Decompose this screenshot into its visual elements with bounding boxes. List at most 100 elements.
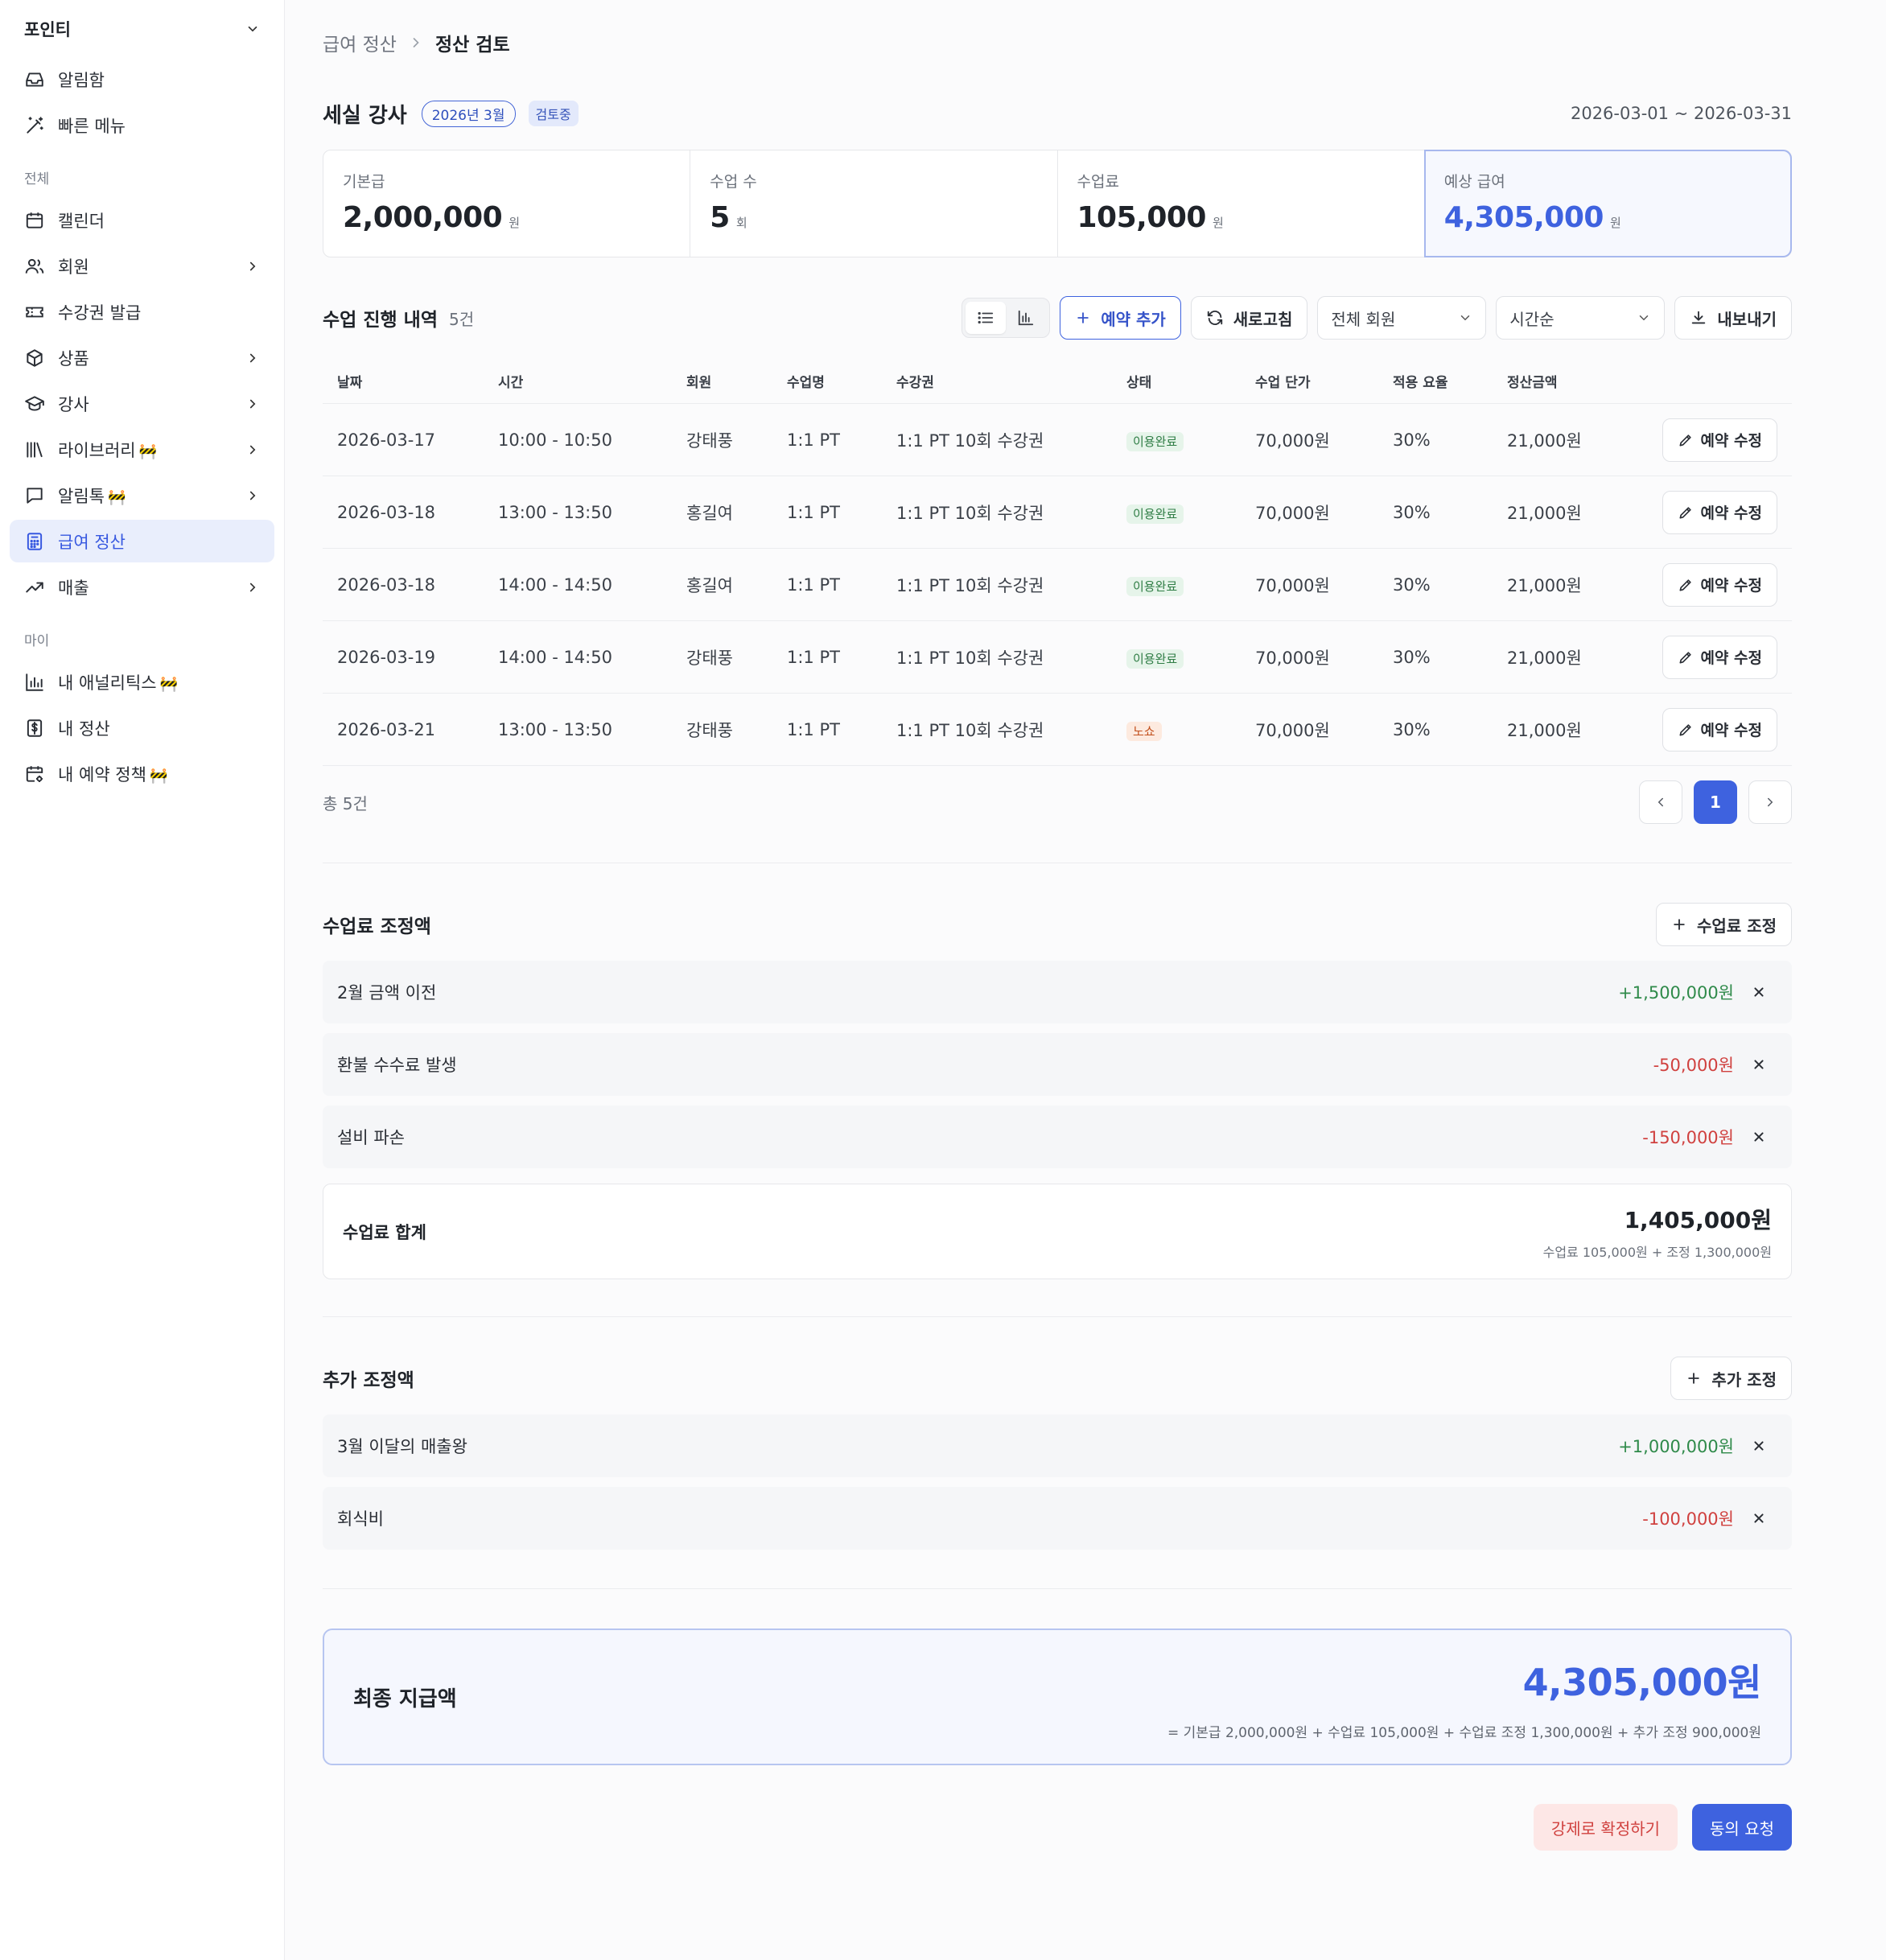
cell-member[interactable]: 강태풍 [686, 645, 787, 669]
cell-rate: 30% [1393, 430, 1431, 450]
sidebar-item-sales[interactable]: 매출 [10, 566, 274, 608]
member-filter-select[interactable]: 전체 회원 [1317, 296, 1487, 340]
sidebar-item-pass-issue[interactable]: 수강권 발급 [10, 290, 274, 333]
section-divider [323, 1588, 1792, 1589]
sidebar-item-members[interactable]: 회원 [10, 245, 274, 287]
ticket-icon [26, 307, 43, 317]
cell-time: 13:00 - 13:50 [498, 502, 612, 522]
sidebar-item-my-settlement[interactable]: 내 정산 [10, 706, 274, 749]
refresh-button[interactable]: 새로고침 [1190, 296, 1308, 340]
sidebar-item-instructors[interactable]: 강사 [10, 382, 274, 425]
adjust-item: 3월 이달의 매출왕 +1,000,000원 [323, 1414, 1792, 1477]
breadcrumb: 급여 정산 정산 검토 [323, 29, 510, 56]
wip-badge: 🚧 [138, 443, 158, 460]
status-badge: 이용완료 [1126, 431, 1184, 451]
stat-value: 105,000 [1077, 201, 1207, 234]
sidebar-item-payroll[interactable]: 급여 정산 [10, 520, 274, 562]
adjust-item: 설비 파손 -150,000원 [323, 1106, 1792, 1168]
stat-lesson-fee: 수업료 105,000 원 [1058, 150, 1425, 257]
sidebar-item-calendar[interactable]: 캘린더 [10, 199, 274, 241]
edit-reservation-button[interactable]: 예약 수정 [1662, 490, 1777, 534]
cell-member[interactable]: 강태풍 [686, 428, 787, 452]
cell-rate: 30% [1393, 719, 1431, 739]
close-icon[interactable] [1750, 1056, 1768, 1073]
graduation-cap-icon [25, 395, 44, 411]
add-fee-adjust-button[interactable]: 수업료 조정 [1656, 903, 1792, 946]
sidebar-item-my-analytics[interactable]: 내 애널리틱스 🚧 [10, 661, 274, 703]
add-extra-adjust-button[interactable]: 추가 조정 [1670, 1357, 1792, 1400]
lessons-toolbar: 수업 진행 내역 5건 예약 추가 새로고침 전체 회원 시간순 내보내기 [323, 296, 1792, 340]
column-header: 수업 단가 [1255, 375, 1311, 391]
close-icon[interactable] [1750, 1509, 1768, 1527]
cell-rate: 30% [1393, 647, 1431, 667]
fee-adjust-header: 수업료 조정액 수업료 조정 [323, 903, 1792, 946]
cell-member[interactable]: 강태풍 [686, 718, 787, 742]
cell-member[interactable]: 홍길여 [686, 500, 787, 525]
wip-badge: 🚧 [107, 488, 126, 506]
chevron-right-icon [249, 261, 256, 270]
edit-reservation-button[interactable]: 예약 수정 [1662, 418, 1777, 462]
final-payout-label: 최종 지급액 [353, 1686, 457, 1711]
workspace-switcher[interactable]: 포인티 [10, 16, 274, 42]
sidebar-item-label: 급여 정산 [58, 532, 126, 552]
list-view-button[interactable] [966, 302, 1007, 334]
export-button[interactable]: 내보내기 [1674, 296, 1792, 340]
chart-view-button[interactable] [1006, 302, 1046, 334]
sidebar-item-alimtalk[interactable]: 알림톡 🚧 [10, 474, 274, 517]
adjust-value: -50,000원 [1653, 1056, 1734, 1075]
prev-page-button[interactable] [1639, 780, 1682, 824]
stat-unit: 원 [1212, 216, 1224, 230]
request-agreement-button[interactable]: 동의 요청 [1692, 1804, 1792, 1851]
breadcrumb-parent[interactable]: 급여 정산 [323, 29, 397, 56]
lessons-table: 날짜 시간 회원 수업명 수강권 상태 수업 단가 적용 요율 정산금액 202… [323, 359, 1792, 766]
section-divider [323, 1316, 1792, 1317]
plus-icon [1688, 1373, 1700, 1384]
lessons-title: 수업 진행 내역 [323, 310, 438, 331]
sidebar-item-inbox[interactable]: 알림함 [10, 58, 274, 101]
cell-price: 70,000원 [1255, 648, 1330, 668]
pencil-icon [1679, 579, 1692, 591]
table-row: 2026-03-18 13:00 - 13:50 홍길여 1:1 PT 1:1 … [323, 476, 1792, 549]
close-icon[interactable] [1750, 983, 1768, 1001]
stat-value: 2,000,000 [343, 201, 503, 234]
sidebar-item-label: 상품 [58, 348, 89, 369]
sidebar-item-label: 수강권 발급 [58, 303, 142, 323]
stat-label: 수업 수 [710, 173, 757, 191]
calculator-icon [27, 532, 43, 550]
sidebar-item-my-reservation-policy[interactable]: 내 예약 정책 🚧 [10, 752, 274, 795]
sort-select[interactable]: 시간순 [1496, 296, 1666, 340]
close-icon[interactable] [1750, 1437, 1768, 1455]
extra-adjust-header: 추가 조정액 추가 조정 [323, 1357, 1792, 1400]
edit-reservation-button[interactable]: 예약 수정 [1662, 635, 1777, 679]
cell-date: 2026-03-18 [337, 502, 436, 522]
next-page-button[interactable] [1748, 780, 1792, 824]
edit-reservation-label: 예약 수정 [1700, 722, 1762, 739]
sidebar-item-quick-menu[interactable]: 빠른 메뉴 [10, 104, 274, 146]
add-fee-adjust-label: 수업료 조정 [1697, 916, 1777, 936]
edit-reservation-button[interactable]: 예약 수정 [1662, 707, 1777, 751]
cell-member[interactable]: 홍길여 [686, 573, 787, 597]
edit-reservation-label: 예약 수정 [1700, 577, 1762, 595]
edit-reservation-button[interactable]: 예약 수정 [1662, 562, 1777, 607]
add-reservation-label: 예약 추가 [1101, 309, 1166, 329]
close-icon[interactable] [1750, 1128, 1768, 1146]
chevron-right-icon [249, 353, 256, 362]
pencil-icon [1679, 434, 1692, 446]
page-button[interactable]: 1 [1694, 780, 1737, 824]
edit-reservation-label: 예약 수정 [1700, 504, 1762, 522]
cell-date: 2026-03-18 [337, 574, 436, 595]
add-reservation-button[interactable]: 예약 추가 [1060, 296, 1181, 340]
cell-time: 14:00 - 14:50 [498, 647, 612, 667]
column-header: 수강권 [896, 375, 934, 391]
sidebar-item-label: 매출 [58, 578, 89, 598]
force-confirm-button[interactable]: 강제로 확정하기 [1533, 1804, 1678, 1851]
package-icon [27, 348, 43, 367]
table-row: 2026-03-18 14:00 - 14:50 홍길여 1:1 PT 1:1 … [323, 549, 1792, 621]
lessons-count: 5건 [448, 309, 475, 329]
plus-icon [1674, 919, 1685, 930]
period-range: 2026-03-01 ~ 2026-03-31 [1570, 104, 1792, 123]
sidebar-item-products[interactable]: 상품 [10, 336, 274, 379]
adjust-label: 회식비 [337, 1509, 384, 1529]
sidebar-item-library[interactable]: 라이브러리 🚧 [10, 428, 274, 471]
cell-amount: 21,000원 [1507, 430, 1582, 451]
